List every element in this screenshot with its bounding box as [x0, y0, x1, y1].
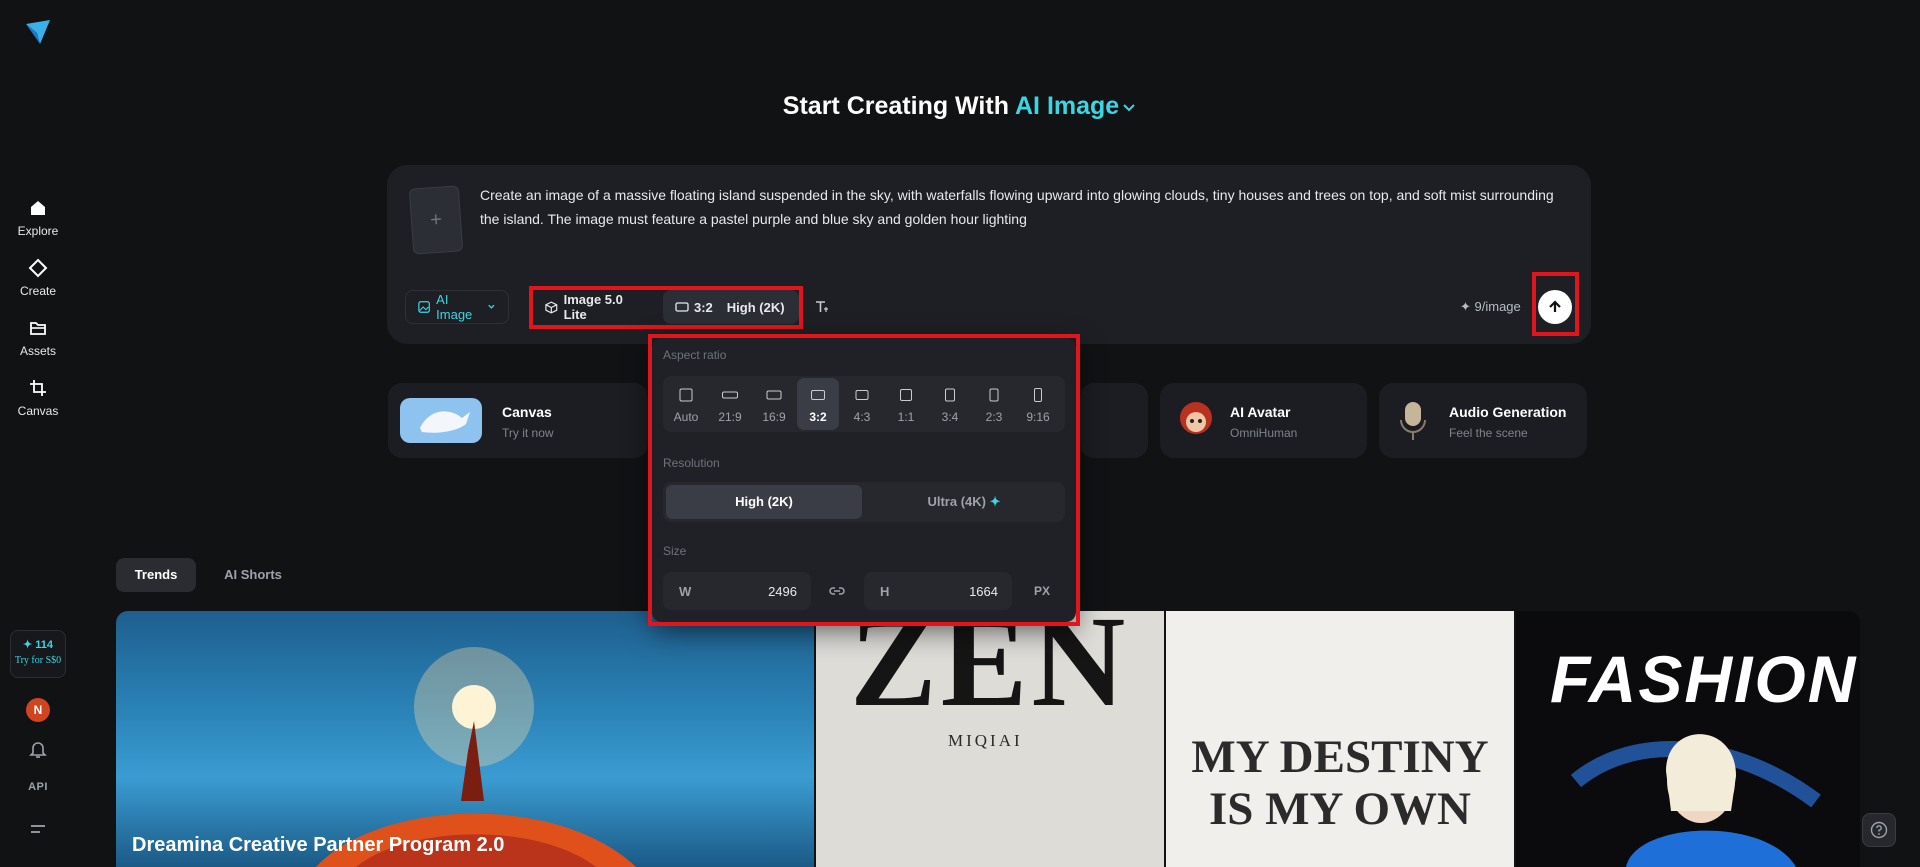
home-icon [31, 201, 45, 215]
text-icon [816, 301, 828, 312]
nav-canvas[interactable]: Canvas [0, 378, 76, 420]
tab-trends[interactable]: Trends [116, 558, 196, 592]
credits-offer: Try for S$0 [14, 655, 62, 666]
mode-select[interactable]: AI Image [405, 290, 509, 324]
credits-badge[interactable]: ✦ 114 Try for S$0 [10, 630, 66, 678]
folder-icon [30, 322, 46, 335]
sidebar: Explore Create Assets Canvas ✦ 114 Try f… [0, 0, 76, 867]
highlight-box [1532, 272, 1579, 336]
mode-switch[interactable]: AI Image [1015, 92, 1137, 120]
chevron-down-icon [1123, 104, 1135, 112]
logo-icon[interactable] [24, 18, 52, 46]
highlight-box [648, 334, 1080, 626]
add-reference-button[interactable]: + [408, 185, 464, 255]
diamond-icon [28, 258, 48, 278]
feature-card-subtitle: OmniHuman [1230, 426, 1298, 440]
credits-amount: ✦ 114 [22, 639, 54, 651]
mode-select-label: AI Image [436, 292, 473, 322]
pegasus-thumbnail [400, 398, 482, 443]
mode-switch-label: AI Image [1015, 92, 1120, 120]
gallery-card-destiny[interactable]: MY DESTINY IS MY OWN [1166, 611, 1514, 867]
feature-card-subtitle: Feel the scene [1449, 426, 1528, 440]
crop-icon [30, 380, 46, 396]
nav-explore-label: Explore [17, 224, 59, 238]
feature-card-partial[interactable] [1080, 383, 1148, 458]
help-icon [1870, 821, 1888, 839]
page-title: Start Creating With AI Image [0, 92, 1920, 121]
bell-icon[interactable] [27, 738, 49, 760]
page-title-prefix: Start Creating With [782, 92, 1009, 120]
feature-card-canvas[interactable]: Canvas Try it now [388, 383, 648, 458]
help-button[interactable] [1862, 813, 1896, 847]
prompt-input[interactable]: Create an image of a massive floating is… [480, 183, 1570, 231]
chevron-down-icon [488, 304, 495, 309]
feature-card-avatar[interactable]: AI Avatar OmniHuman [1160, 383, 1367, 458]
gallery-card-partner-program[interactable]: Dreamina Creative Partner Program 2.0 [116, 611, 814, 867]
avatar[interactable]: N [26, 698, 50, 722]
text-style-button[interactable] [808, 290, 838, 324]
nav-assets[interactable]: Assets [0, 318, 76, 360]
hero-artwork [316, 647, 636, 867]
cost-per-image: ✦ 9/image [1460, 299, 1521, 314]
feature-card-title: Audio Generation [1449, 404, 1567, 420]
nav-assets-label: Assets [19, 344, 56, 358]
feature-card-subtitle: Try it now [502, 426, 554, 440]
feature-card-title: AI Avatar [1230, 404, 1291, 420]
gallery-card-fashion[interactable]: FASHION [1516, 611, 1860, 867]
zen-subtitle: MIQIAI [948, 731, 1023, 750]
nav-create[interactable]: Create [0, 258, 76, 300]
avatar-character-icon [1180, 402, 1212, 434]
tab-ai-shorts[interactable]: AI Shorts [213, 558, 293, 592]
highlight-box [529, 286, 803, 329]
api-link[interactable]: API [0, 781, 76, 793]
image-icon [418, 301, 430, 313]
fashion-title: FASHION [1550, 642, 1858, 716]
feature-card-audio[interactable]: Audio Generation Feel the scene [1379, 383, 1587, 458]
gallery-card-caption: Dreamina Creative Partner Program 2.0 [132, 834, 505, 856]
microphone-icon [1400, 402, 1426, 440]
zen-title: ZEN [850, 611, 1130, 734]
gallery-card-zen[interactable]: ZEN MIQIAI [816, 611, 1164, 867]
menu-icon[interactable] [27, 818, 49, 840]
nav-create-label: Create [19, 284, 57, 298]
prompt-panel: + Create an image of a massive floating … [387, 165, 1591, 344]
feature-card-title: Canvas [502, 404, 552, 420]
destiny-text: MY DESTINY IS MY OWN [1191, 731, 1489, 835]
nav-canvas-label: Canvas [17, 404, 59, 418]
nav-explore[interactable]: Explore [0, 198, 76, 240]
